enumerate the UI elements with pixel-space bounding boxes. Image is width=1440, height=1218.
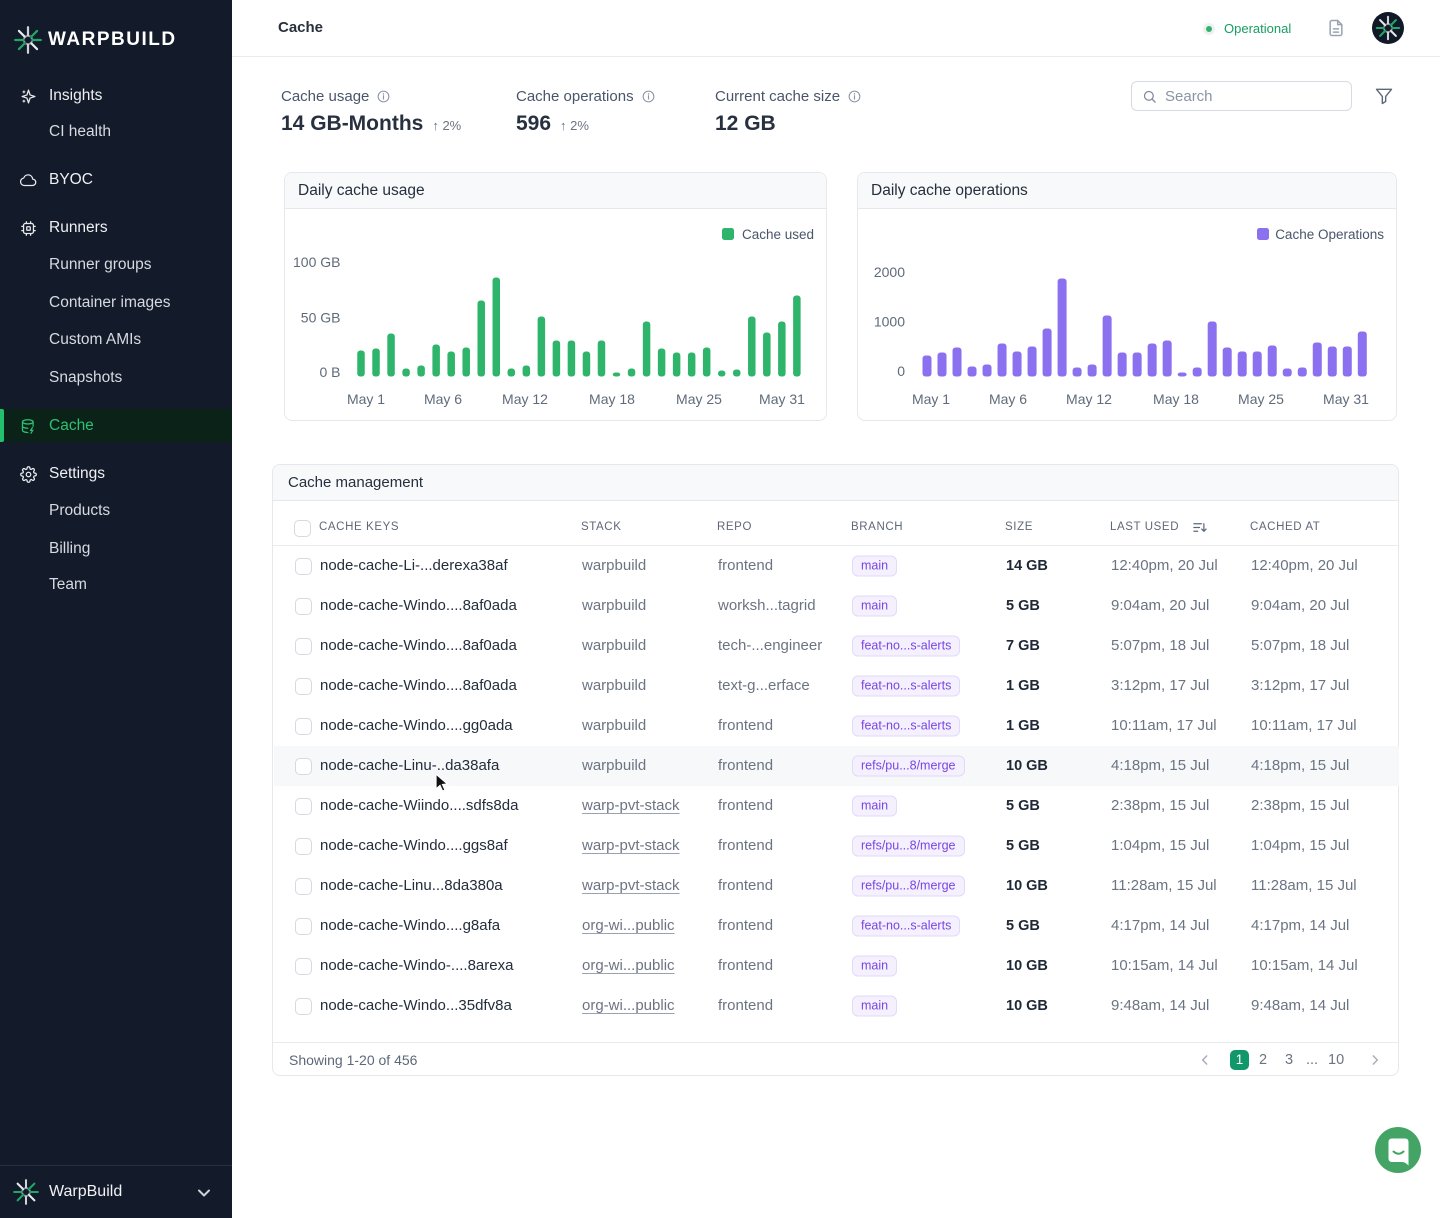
svg-text:May 12: May 12 (1066, 391, 1112, 407)
svg-text:May 31: May 31 (759, 391, 805, 407)
svg-text:May 6: May 6 (424, 391, 462, 407)
svg-text:May 18: May 18 (1153, 391, 1199, 407)
svg-text:May 18: May 18 (589, 391, 635, 407)
svg-text:May 31: May 31 (1323, 391, 1369, 407)
svg-text:1000: 1000 (874, 314, 905, 330)
svg-text:May 12: May 12 (502, 391, 548, 407)
svg-text:May 1: May 1 (347, 391, 385, 407)
svg-text:Cache used: Cache used (742, 227, 814, 242)
svg-text:May 6: May 6 (989, 391, 1027, 407)
svg-text:50 GB: 50 GB (301, 310, 341, 326)
svg-text:Cache Operations: Cache Operations (1275, 227, 1384, 242)
svg-text:0 B: 0 B (319, 364, 340, 380)
svg-text:100 GB: 100 GB (293, 254, 340, 270)
svg-text:May 25: May 25 (676, 391, 722, 407)
svg-text:2000: 2000 (874, 264, 905, 280)
svg-text:May 1: May 1 (912, 391, 950, 407)
svg-text:0: 0 (897, 363, 905, 379)
svg-text:May 25: May 25 (1238, 391, 1284, 407)
